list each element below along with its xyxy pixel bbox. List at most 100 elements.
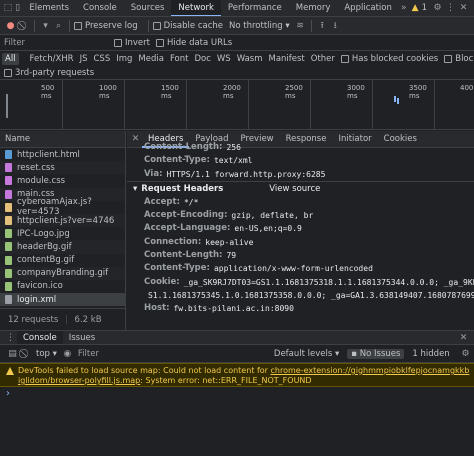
devtools-tabbar: ⬚ ▯ Elements Console Sources Network Per…: [0, 0, 474, 17]
more-tabs-icon[interactable]: »: [399, 2, 409, 15]
console-toolbar: ▤ ⃠ top ▾ ◉ Filter Default levels ▾ ▪ No…: [0, 345, 474, 363]
request-row-selected[interactable]: login.xml: [0, 293, 125, 307]
console-filter-input[interactable]: Filter: [78, 349, 274, 359]
hide-data-urls-checkbox[interactable]: Hide data URLs: [155, 38, 232, 48]
tab-preview[interactable]: Preview: [235, 131, 280, 148]
tab-application[interactable]: Application: [337, 0, 399, 16]
sidebar-toggle-icon[interactable]: ▤: [6, 347, 19, 360]
disable-cache-checkbox[interactable]: Disable cache: [152, 21, 223, 31]
type-css[interactable]: CSS: [91, 53, 114, 65]
type-other[interactable]: Other: [308, 53, 338, 65]
type-img[interactable]: Img: [113, 53, 135, 65]
tab-elements[interactable]: Elements: [22, 0, 76, 16]
preserve-log-checkbox[interactable]: Preserve log: [74, 21, 138, 31]
device-toolbar-icon[interactable]: ▯: [13, 2, 23, 15]
type-fetch-xhr[interactable]: Fetch/XHR: [27, 53, 77, 65]
view-source-link[interactable]: View source: [269, 182, 320, 196]
drawer-tab-issues[interactable]: Issues: [63, 331, 101, 344]
third-party-checkbox[interactable]: 3rd-party requests: [4, 68, 94, 78]
type-doc[interactable]: Doc: [191, 53, 213, 65]
timeline-tick-label: 3500 ms: [409, 84, 427, 100]
type-all[interactable]: All: [2, 52, 19, 65]
request-name: reset.css: [17, 162, 55, 173]
toolbar-divider: [69, 19, 70, 32]
export-har-icon[interactable]: ⭳: [329, 19, 342, 32]
tab-response[interactable]: Response: [280, 131, 333, 148]
type-media[interactable]: Media: [135, 53, 167, 65]
tab-console[interactable]: Console: [76, 0, 124, 16]
tab-initiator[interactable]: Initiator: [332, 131, 377, 148]
checkbox-box: [74, 21, 82, 30]
name-column-header[interactable]: Name: [0, 131, 125, 148]
inspect-element-icon[interactable]: ⬚: [3, 2, 13, 15]
throttling-select[interactable]: No throttling ▾: [229, 21, 290, 31]
request-row[interactable]: httpclient.js?ver=4746: [0, 213, 125, 228]
drawer-tab-console[interactable]: Console: [17, 331, 63, 344]
header-value: _ga_SK9RJ7DT03=GS1.1.1681375318.1.1.1681…: [183, 277, 474, 287]
request-name: favicon.ico: [17, 281, 63, 292]
request-row[interactable]: reset.css: [0, 161, 125, 175]
import-har-icon[interactable]: ⭱: [316, 19, 329, 32]
issues-badge[interactable]: ▪ No Issues: [347, 348, 405, 359]
request-row[interactable]: companyBranding.gif: [0, 266, 125, 280]
tab-sources[interactable]: Sources: [124, 0, 172, 16]
console-settings-icon[interactable]: ⚙: [459, 347, 472, 360]
console-prompt[interactable]: ›: [6, 388, 10, 399]
request-header-row: Accept-Encoding: gzip, deflate, br: [127, 209, 474, 222]
type-js[interactable]: JS: [77, 53, 91, 65]
settings-gear-icon[interactable]: ⚙: [431, 2, 444, 15]
invert-checkbox[interactable]: Invert: [114, 38, 150, 48]
log-levels-value: Default levels: [273, 348, 333, 359]
request-row[interactable]: cyberoamAjax.js?ver=4573: [0, 197, 125, 217]
source-map-link-continued[interactable]: iglidom/browser-polyfill.js.map: [18, 376, 140, 385]
tab-performance[interactable]: Performance: [221, 0, 289, 16]
context-select[interactable]: top ▾: [36, 349, 57, 359]
checkbox-box: [340, 54, 349, 63]
filter-input[interactable]: Filter: [4, 37, 110, 49]
request-row[interactable]: IPC-Logo.jpg: [0, 227, 125, 240]
request-row[interactable]: contentBg.gif: [0, 254, 125, 267]
search-icon[interactable]: ⌕: [52, 19, 65, 32]
eye-icon[interactable]: ◉: [61, 347, 74, 360]
has-blocked-cookies-checkbox[interactable]: Has blocked cookies: [340, 54, 438, 64]
checkbox-box: [155, 38, 164, 47]
timeline-tick-label: 400: [460, 84, 474, 92]
type-wasm[interactable]: Wasm: [234, 53, 266, 65]
request-headers-section[interactable]: ▾ Request Headers View source: [127, 180, 474, 196]
log-levels-select[interactable]: Default levels ▾: [274, 349, 339, 359]
close-details-icon[interactable]: ✕: [129, 133, 142, 146]
type-ws[interactable]: WS: [214, 53, 234, 65]
request-row[interactable]: favicon.ico: [0, 280, 125, 293]
kebab-menu-icon[interactable]: ⋮: [444, 2, 457, 15]
request-name: module.css: [17, 175, 66, 186]
filter-funnel-icon[interactable]: ▾: [39, 19, 52, 32]
blocked-requests-checkbox[interactable]: Blocked Requests: [444, 54, 474, 64]
checkbox-box: [444, 54, 453, 63]
source-map-link[interactable]: chrome-extension://gighmmpiobklfepjocnam…: [271, 366, 470, 375]
timeline-request-bar: [394, 96, 396, 102]
tab-cookies[interactable]: Cookies: [378, 131, 423, 148]
close-devtools-icon[interactable]: ✕: [457, 2, 470, 15]
warning-count-icon[interactable]: ▲: [409, 2, 422, 15]
clear-console-icon[interactable]: ⃠: [19, 347, 32, 360]
type-font[interactable]: Font: [167, 53, 192, 65]
tab-memory[interactable]: Memory: [289, 0, 338, 16]
record-icon[interactable]: ●: [4, 19, 17, 32]
drawer-menu-icon[interactable]: ⋮: [4, 331, 17, 344]
timeline-overview[interactable]: 500 ms 1000 ms 1500 ms 2000 ms 2500 ms 3…: [0, 80, 474, 130]
type-manifest[interactable]: Manifest: [265, 53, 307, 65]
issues-label: No Issues: [359, 348, 401, 359]
request-name: IPC-Logo.jpg: [17, 228, 70, 239]
request-row[interactable]: headerBg.gif: [0, 240, 125, 254]
request-row[interactable]: module.css: [0, 174, 125, 187]
html-file-icon: [5, 150, 12, 160]
invert-label: Invert: [125, 37, 150, 48]
tab-network[interactable]: Network: [171, 0, 221, 16]
clear-icon[interactable]: ⃠: [17, 19, 30, 32]
close-drawer-icon[interactable]: ✕: [457, 331, 470, 344]
network-conditions-icon[interactable]: ≋: [294, 19, 307, 32]
timeline-request-bar: [397, 98, 399, 104]
third-party-label: 3rd-party requests: [15, 67, 95, 78]
request-row[interactable]: httpclient.html: [0, 148, 125, 161]
request-name: companyBranding.gif: [17, 268, 109, 279]
